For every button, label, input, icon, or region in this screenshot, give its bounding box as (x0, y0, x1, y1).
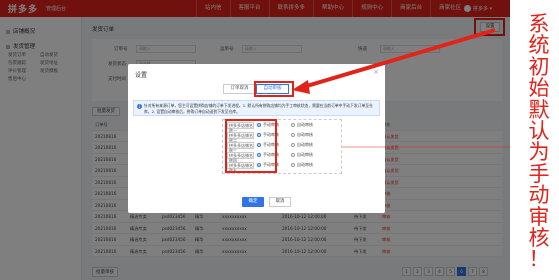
annotation-char: 默 (528, 97, 550, 122)
annotation-char: 认 (528, 119, 550, 144)
annotation-char: 系 (528, 12, 550, 36)
annotation-char: 为 (528, 140, 550, 165)
annotation-char: 统 (528, 33, 550, 58)
arrow-head-icon (292, 80, 310, 94)
annotation-char: 始 (528, 76, 550, 101)
side-annotation: 系统初始默认为手动审核！ (526, 12, 552, 272)
annotation-char: 核 (528, 226, 550, 251)
annotation-char: 审 (528, 204, 550, 229)
annotation-char: 手 (528, 161, 550, 186)
annotation-char: 动 (528, 183, 550, 208)
arrow-to-tab (299, 28, 496, 90)
annotation-arrows (292, 28, 510, 148)
annotation-char: 初 (528, 54, 550, 79)
annotation-char: ！ (528, 247, 550, 272)
app-window: 拼多多 管理后台 站内信 客服平台 联系拼多多 帮助中心 规则中心 商家后台 商… (0, 0, 510, 280)
